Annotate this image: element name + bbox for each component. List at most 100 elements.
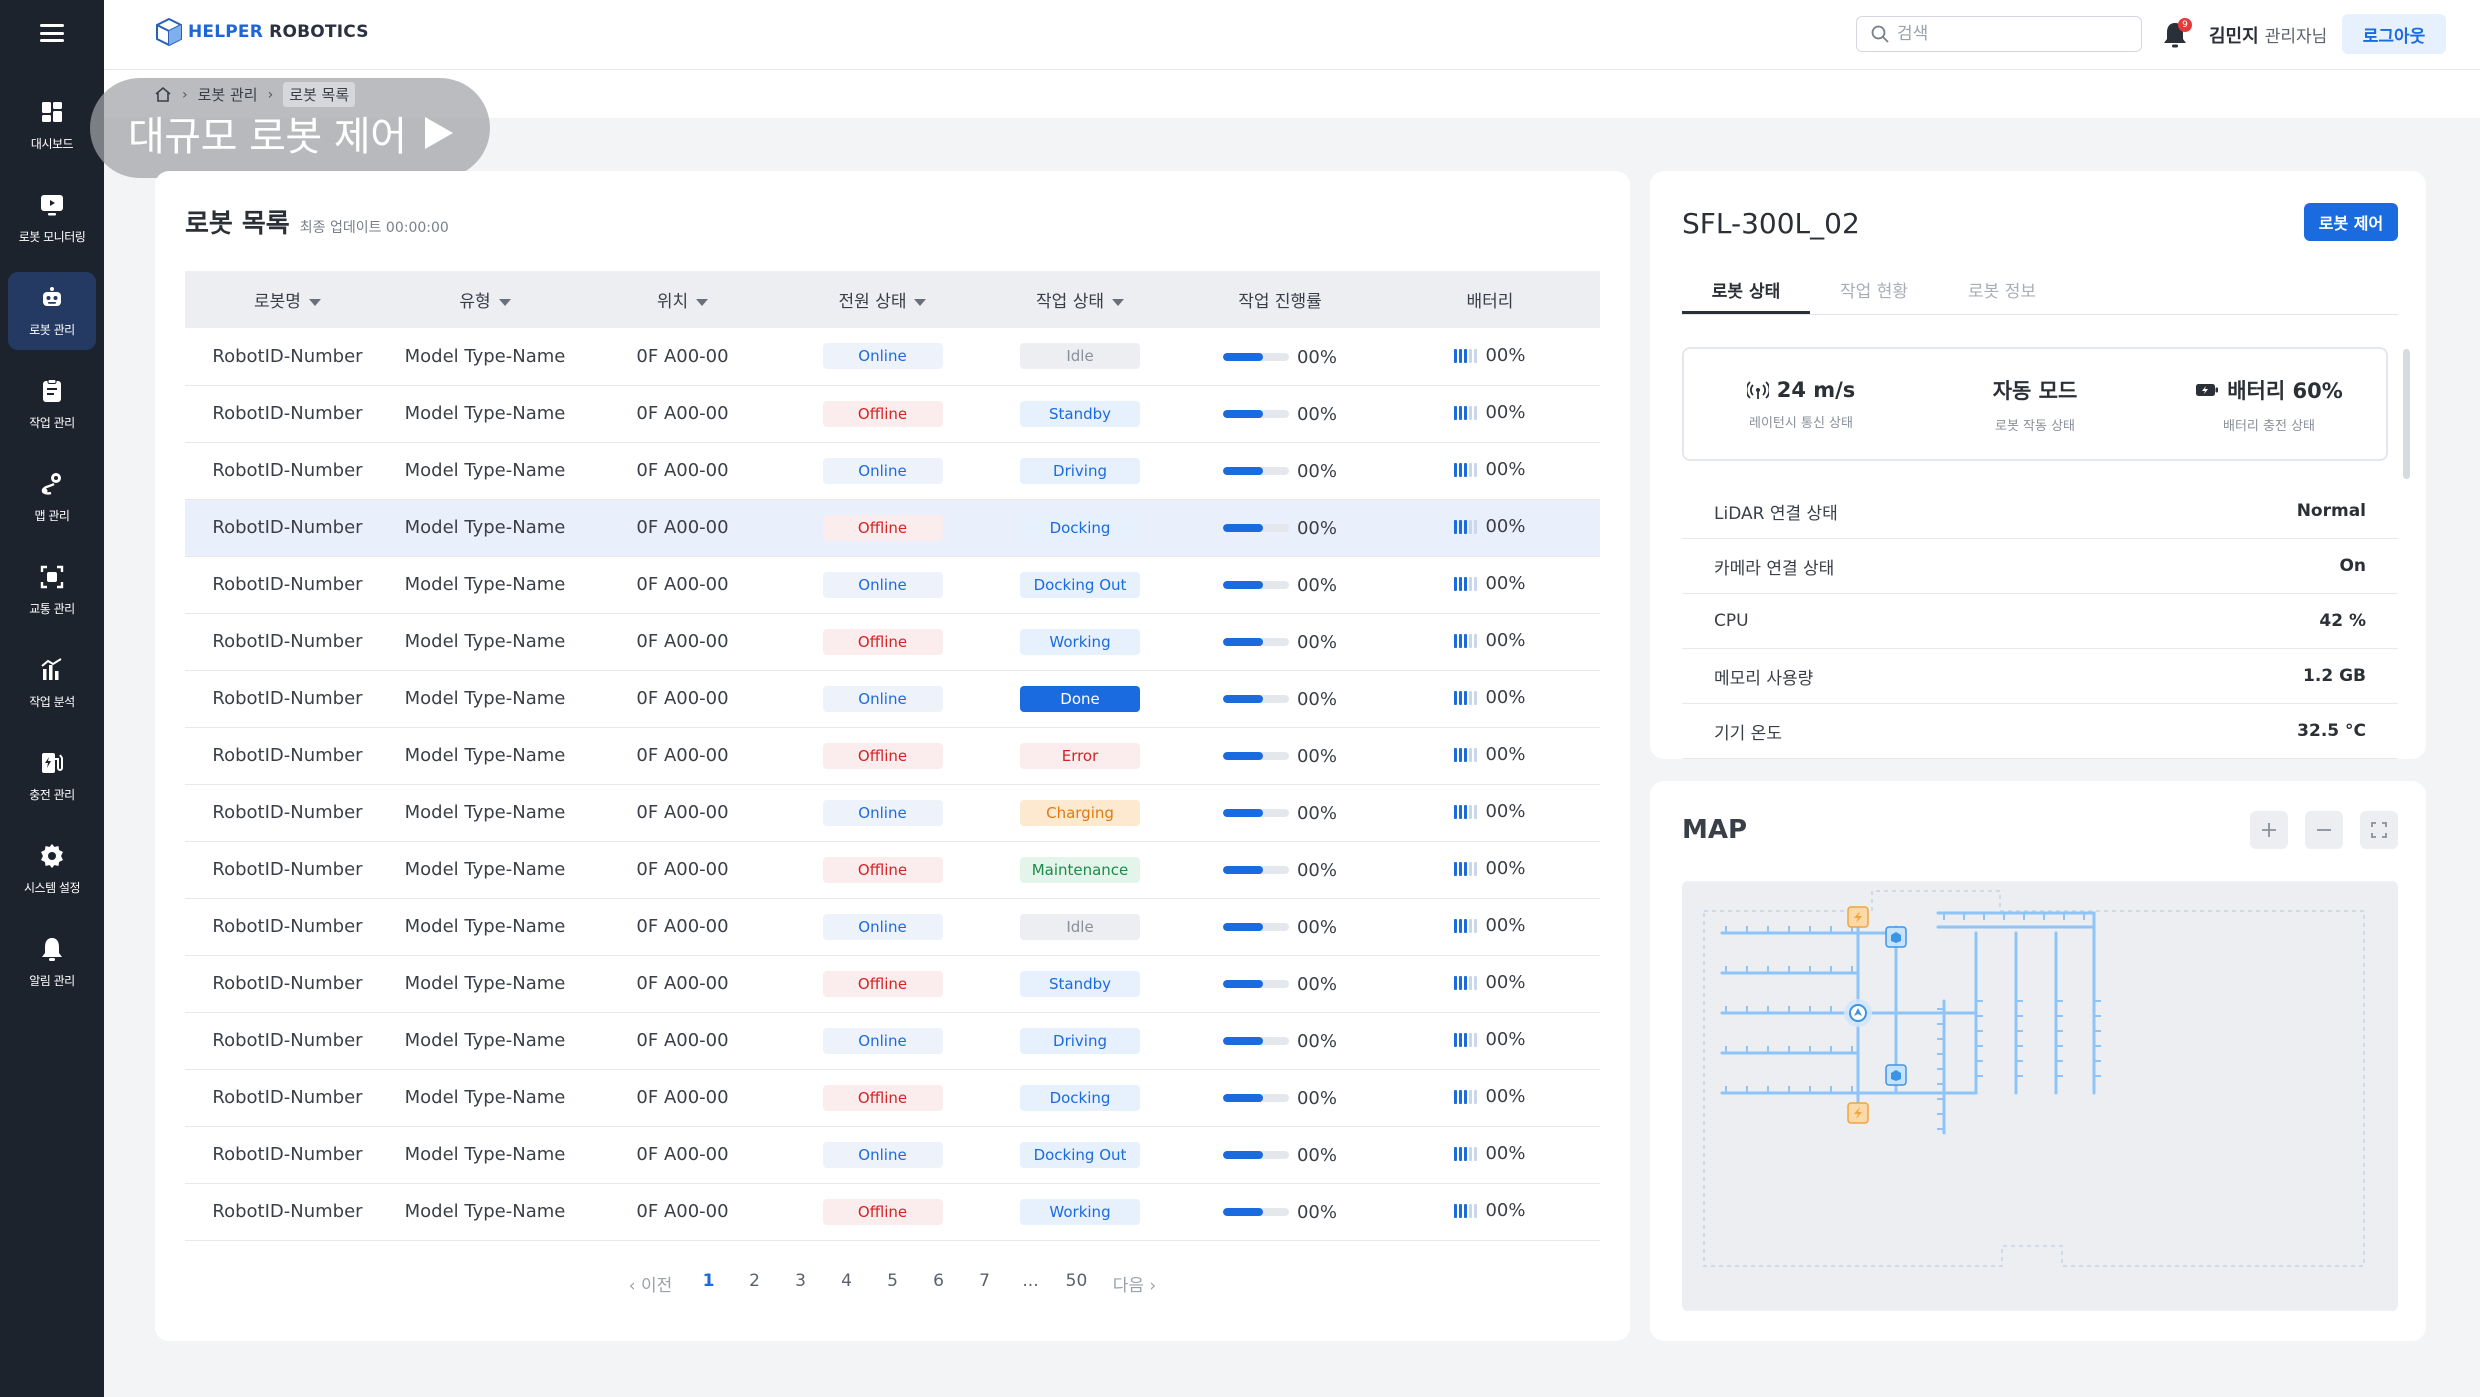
progress-fill <box>1222 752 1263 761</box>
robot-name-cell: RobotID-Number <box>185 727 390 785</box>
column-header-label: 전원 상태 <box>838 292 907 312</box>
sidebar-item-1[interactable]: 로봇 모니터링 <box>8 179 96 257</box>
progress-bar <box>1222 524 1289 533</box>
table-row[interactable]: RobotID-Number Model Type-Name 0F A00-00 On… <box>185 784 1600 842</box>
robot-type-cell: Model Type-Name <box>390 670 580 728</box>
progress-fill <box>1222 467 1263 476</box>
fullscreen-button[interactable] <box>2360 811 2398 849</box>
robot-type-cell: Model Type-Name <box>390 442 580 500</box>
battery-cell: 00% <box>1380 613 1600 671</box>
table-row[interactable]: RobotID-Number Model Type-Name 0F A00-00 On… <box>185 328 1600 386</box>
work-cell: Maintenance <box>980 841 1180 899</box>
notification-button[interactable]: 9 <box>2162 18 2192 50</box>
power-status-badge: Online <box>822 457 943 484</box>
logo-text: HELPER ROBOTICS <box>188 22 369 42</box>
table-row[interactable]: RobotID-Number Model Type-Name 0F A00-00 Of… <box>185 385 1600 443</box>
sidebar-item-5[interactable]: 교통 관리 <box>8 551 96 629</box>
column-header-4[interactable]: 작업 상태 <box>980 271 1180 328</box>
sidebar-item-7[interactable]: 충전 관리 <box>8 737 96 815</box>
table-row[interactable]: RobotID-Number Model Type-Name 0F A00-00 Of… <box>185 613 1600 671</box>
table-row[interactable]: RobotID-Number Model Type-Name 0F A00-00 Of… <box>185 955 1600 1013</box>
sidebar-item-6[interactable]: 작업 분석 <box>8 644 96 722</box>
progress-bar <box>1222 752 1289 761</box>
tab-1[interactable]: 작업 현황 <box>1810 271 1938 314</box>
info-row: 카메라 연결 상태 On <box>1682 539 2398 594</box>
map-canvas[interactable] <box>1682 881 2398 1311</box>
power-cell: Online <box>785 556 980 614</box>
logo[interactable]: HELPER ROBOTICS <box>156 18 369 46</box>
tab-2[interactable]: 로봇 정보 <box>1938 271 2066 314</box>
sidebar-item-8[interactable]: 시스템 설정 <box>8 830 96 908</box>
sort-caret-icon[interactable] <box>696 298 709 306</box>
sort-caret-icon[interactable] <box>498 298 511 306</box>
page-button[interactable]: 3 <box>778 1271 824 1296</box>
power-status-badge: Online <box>822 343 943 370</box>
column-header-0[interactable]: 로봇명 <box>185 271 390 328</box>
page-button[interactable]: 6 <box>916 1271 962 1296</box>
table-row[interactable]: RobotID-Number Model Type-Name 0F A00-00 On… <box>185 670 1600 728</box>
progress-fill <box>1222 980 1263 989</box>
zoom-in-button[interactable] <box>2250 811 2288 849</box>
search-input[interactable] <box>1897 24 2127 44</box>
column-header-2[interactable]: 위치 <box>580 271 785 328</box>
sidebar-item-9[interactable]: 알림 관리 <box>8 923 96 1001</box>
next-page-button[interactable]: 다음 › <box>1100 1271 1170 1296</box>
power-status-badge: Offline <box>822 628 943 655</box>
table-row[interactable]: RobotID-Number Model Type-Name 0F A00-00 On… <box>185 1012 1600 1070</box>
robot-control-button[interactable]: 로봇 제어 <box>2304 203 2398 241</box>
robot-location-cell: 0F A00-00 <box>580 784 785 842</box>
table-row[interactable]: RobotID-Number Model Type-Name 0F A00-00 Of… <box>185 1183 1600 1241</box>
table-row[interactable]: RobotID-Number Model Type-Name 0F A00-00 Of… <box>185 1069 1600 1127</box>
page-button[interactable]: 5 <box>870 1271 916 1296</box>
table-row[interactable]: RobotID-Number Model Type-Name 0F A00-00 Of… <box>185 499 1600 557</box>
battery-value: 00% <box>1485 573 1526 595</box>
sort-caret-icon[interactable] <box>1111 298 1124 306</box>
sidebar-item-0[interactable]: 대시보드 <box>8 86 96 164</box>
power-status-badge: Online <box>822 1141 943 1168</box>
sidebar-item-3[interactable]: 작업 관리 <box>8 365 96 443</box>
latency-value: 24 m/s <box>1776 377 1856 402</box>
progress-value: 00% <box>1296 802 1337 824</box>
sidebar-item-4[interactable]: 맵 관리 <box>8 458 96 536</box>
sort-caret-icon[interactable] <box>308 298 321 306</box>
home-icon[interactable] <box>154 86 172 103</box>
progress-bar <box>1222 1094 1289 1103</box>
breadcrumb-robot-mgmt[interactable]: 로봇 관리 <box>198 84 258 105</box>
column-header-3[interactable]: 전원 상태 <box>785 271 980 328</box>
battery-level-icon <box>1454 348 1478 363</box>
page-button[interactable]: 7 <box>962 1271 1008 1296</box>
info-row: LiDAR 연결 상태 Normal <box>1682 484 2398 539</box>
map-view[interactable] <box>1682 881 2398 1311</box>
power-cell: Offline <box>785 1069 980 1127</box>
battery-value: 00% <box>1485 858 1526 880</box>
zoom-out-button[interactable] <box>2305 811 2343 849</box>
page-button[interactable]: 50 <box>1054 1271 1100 1296</box>
page-button[interactable]: 2 <box>732 1271 778 1296</box>
page-button[interactable]: 4 <box>824 1271 870 1296</box>
table-row[interactable]: RobotID-Number Model Type-Name 0F A00-00 On… <box>185 1126 1600 1184</box>
detail-scrollbar[interactable] <box>2403 349 2410 479</box>
table-row[interactable]: RobotID-Number Model Type-Name 0F A00-00 On… <box>185 442 1600 500</box>
play-icon[interactable] <box>424 117 453 149</box>
table-row[interactable]: RobotID-Number Model Type-Name 0F A00-00 On… <box>185 898 1600 956</box>
robot-name-cell: RobotID-Number <box>185 841 390 899</box>
page-button[interactable]: 1 <box>686 1271 732 1296</box>
column-header-1[interactable]: 유형 <box>390 271 580 328</box>
logout-button[interactable]: 로그아웃 <box>2342 14 2446 54</box>
menu-icon[interactable] <box>40 24 64 42</box>
latency-stat: 24 m/s 레이턴시 통신 상태 <box>1684 349 1918 459</box>
sidebar-item-2[interactable]: 로봇 관리 <box>8 272 96 350</box>
page-button[interactable]: ... <box>1008 1271 1054 1296</box>
robot-location-cell: 0F A00-00 <box>580 670 785 728</box>
sort-caret-icon[interactable] <box>914 298 927 306</box>
table-row[interactable]: RobotID-Number Model Type-Name 0F A00-00 On… <box>185 556 1600 614</box>
prev-page-button[interactable]: ‹ 이전 <box>616 1271 686 1296</box>
table-row[interactable]: RobotID-Number Model Type-Name 0F A00-00 Of… <box>185 727 1600 785</box>
tab-0[interactable]: 로봇 상태 <box>1682 271 1810 314</box>
robot-type-cell: Model Type-Name <box>390 1012 580 1070</box>
progress-value: 00% <box>1296 973 1337 995</box>
column-header-label: 작업 상태 <box>1036 292 1104 312</box>
search-box[interactable] <box>1856 16 2142 52</box>
progress-cell: 00% <box>1180 442 1380 500</box>
table-row[interactable]: RobotID-Number Model Type-Name 0F A00-00 Of… <box>185 841 1600 899</box>
